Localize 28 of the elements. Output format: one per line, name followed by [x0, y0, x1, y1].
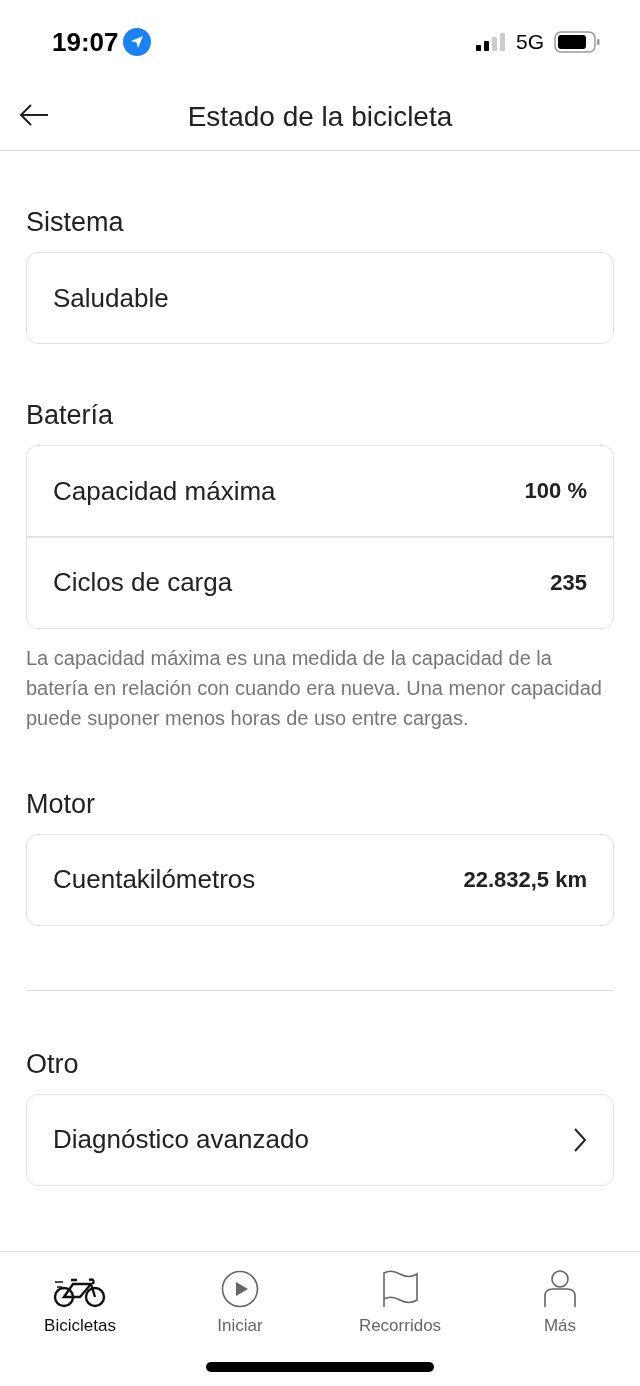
flag-icon: [381, 1270, 419, 1308]
tab[interactable]: Más: [480, 1252, 640, 1352]
row-value: 100 %: [524, 478, 587, 504]
tab[interactable]: Bicicletas: [0, 1252, 160, 1352]
section-heading: Batería: [26, 400, 115, 431]
location-icon: [122, 28, 151, 56]
row-value: 22.832,5 km: [463, 866, 587, 893]
section-heading: Sistema: [26, 207, 125, 238]
section-heading: Motor: [26, 788, 97, 820]
row-label: Capacidad máxima: [53, 475, 276, 507]
row-label: Saludable: [53, 282, 169, 314]
row-label: Ciclos de carga: [53, 567, 233, 598]
row-value: 235: [550, 569, 587, 596]
page-title: Estado de la bicicleta: [187, 101, 453, 133]
person-icon: [543, 1270, 577, 1308]
battery-note: La capacidad máxima es una medida de la capacidad de la batería en relación con cuando era nueva. Una menor capacidad puede suponer menos horas de uso entre cargas.: [26, 645, 603, 731]
back-arrow-icon: [18, 103, 50, 127]
row-label: Cuentakilómetros: [53, 864, 256, 895]
battery-icon: [554, 31, 600, 53]
list-item[interactable]: Diagnóstico avanzado: [27, 1094, 613, 1185]
section-heading: Otro: [26, 989, 614, 1080]
tab[interactable]: Iniciar: [160, 1252, 320, 1352]
play-icon: [221, 1270, 259, 1308]
tab[interactable]: Recorridos: [320, 1252, 480, 1352]
network-label: 5G: [516, 30, 544, 54]
status-time: 19:07: [52, 26, 119, 58]
chevron-icon: [573, 1126, 587, 1153]
signal-icon: [476, 33, 506, 51]
